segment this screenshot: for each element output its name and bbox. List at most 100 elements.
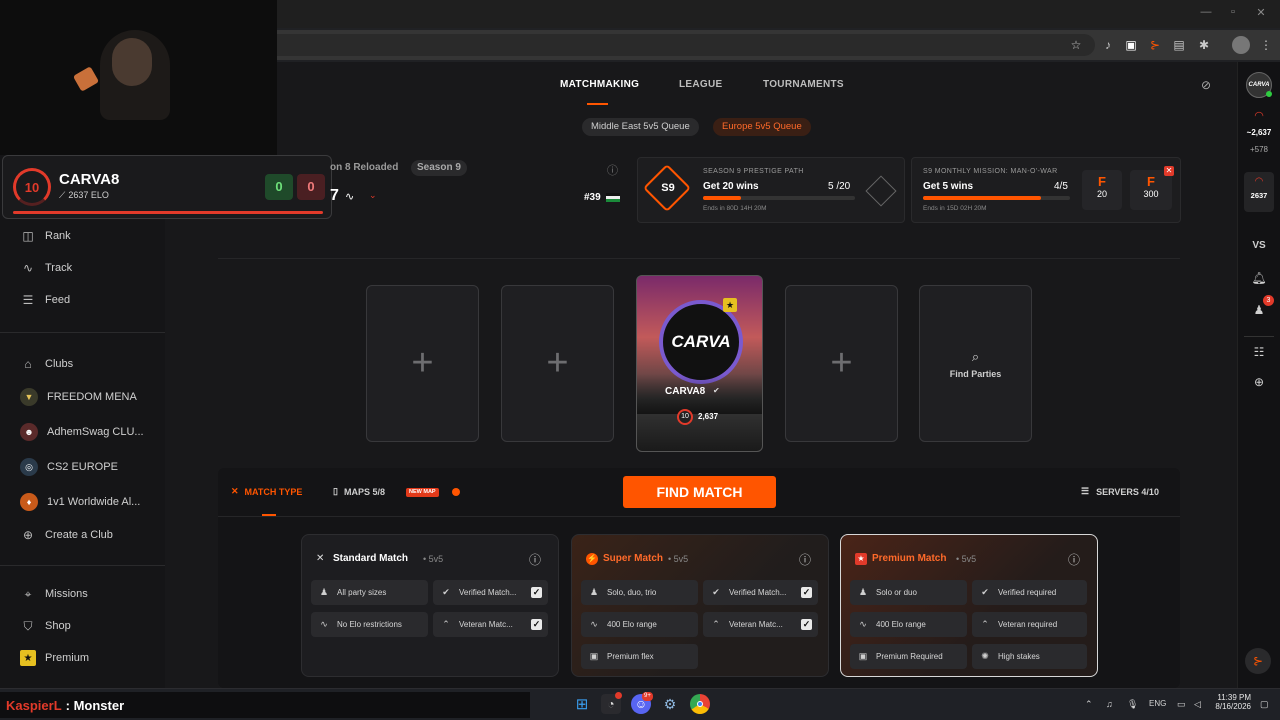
info-icon[interactable]: ⓘ [529,551,541,568]
tab-league[interactable]: LEAGUE [679,79,722,90]
mute-notifications-icon[interactable]: ⊘ [1201,78,1211,92]
online-status-dot [1266,91,1272,97]
party-slot-empty[interactable]: + [785,285,898,442]
sidebar-item-premium[interactable]: ★ Premium [20,647,160,669]
browser-tabstrip: — ▫ ✕ [277,0,1280,28]
sidebar-club-freedom[interactable]: ▼ FREEDOM MENA [20,386,160,408]
party-slot-player[interactable]: CARVA ★ CARVA8 ✔ 10 2,637 [636,275,763,452]
match-type-tab[interactable]: ✕ MATCH TYPE [231,486,302,497]
checkbox-checked[interactable]: ✓ [531,619,542,630]
clock[interactable]: 11:39 PM 8/16/2026 [1213,693,1251,711]
info-icon[interactable]: ⓘ [607,162,618,178]
reward-points-1: F 20 [1082,170,1122,210]
elo-icon: ∿ [859,619,867,629]
feed-icon: ☰ [22,293,34,307]
tab-tournaments[interactable]: TOURNAMENTS [763,79,844,90]
restore-icon[interactable]: ▫ [1224,6,1242,22]
microphone-icon[interactable]: 🎙︎ [1127,699,1138,710]
puzzle-icon[interactable]: ✱ [1195,36,1213,54]
rightbar-elo: ~2,637 [1246,128,1272,137]
rank-icon: ◫ [22,229,34,243]
headset-icon[interactable]: ♫ [1106,699,1113,709]
servers-tab[interactable]: ☰ SERVERS 4/10 [1081,486,1159,497]
season-pill[interactable]: Season 9 [411,160,467,176]
info-icon[interactable]: ⓘ [799,551,811,568]
party-slot-empty[interactable]: + [501,285,614,442]
language-indicator[interactable]: ENG [1149,699,1166,708]
notification-center-icon[interactable]: ▢ [1260,699,1269,710]
bookmark-star-icon[interactable]: ☆ [1067,36,1085,54]
now-playing: KaspierL: Monster [6,698,125,713]
settings-gear-icon[interactable]: ⚙ [660,694,680,714]
profile-avatar[interactable] [1232,36,1250,54]
monthly-progress-text: 4/5 [1054,181,1068,192]
sidebar-club-1v1[interactable]: ♦ 1v1 Worldwide Al... [20,491,160,513]
extension-icon[interactable]: ▣ [1122,36,1140,54]
tray-expand-icon[interactable]: ⌃ [1085,699,1093,710]
missions-icon: ⌖ [24,586,32,601]
sidebar-item-shop[interactable]: ⛉ Shop [20,615,160,637]
mode-card-premium[interactable]: ★ Premium Match • 5v5 ⓘ ♟ Solo or duo ✔ Ve… [840,534,1098,677]
party-list-icon[interactable]: ☷ [1249,342,1269,362]
party-player-elo: 2,637 [698,412,719,421]
standard-mode-icon: ✕ [316,553,325,564]
party-slot-empty[interactable]: + [366,285,479,442]
club-logo-icon: ▼ [20,388,38,406]
party-icon: ♟ [589,587,599,597]
info-icon[interactable]: ⓘ [1068,551,1080,568]
menu-icon[interactable]: ⋮ [1257,36,1275,54]
prestige-path-card[interactable]: S9 SEASON 9 PRESTIGE PATH Get 20 wins 5 … [637,157,905,223]
sidebar-item-track[interactable]: ∿ Track [20,257,160,279]
maps-tab[interactable]: ▯ MAPS 5/8 [333,486,385,497]
elo-icon: ∿ [320,619,328,629]
sidebar-club-cs2europe[interactable]: ◎ CS2 EUROPE [20,456,160,478]
close-icon[interactable]: ✕ [1252,6,1270,22]
party-player-name: CARVA8 [665,386,706,397]
checkbox-checked[interactable]: ✓ [801,619,812,630]
find-parties-slot[interactable]: ⌕ Find Parties [919,285,1032,442]
prestige-heading: SEASON 9 PRESTIGE PATH [703,168,804,175]
find-parties-label: Find Parties [949,368,1002,379]
sidebar-create-club[interactable]: ⊕ Create a Club [20,524,160,546]
plus-icon: + [830,342,853,384]
media-icon[interactable]: ▤ [1170,36,1188,54]
notifications-bell-icon[interactable]: 🔔︎ [1249,268,1269,288]
checkbox-checked[interactable]: ✓ [801,587,812,598]
chevron-down-icon[interactable]: ⌄ [369,190,377,201]
checkbox-checked[interactable]: ✓ [531,587,542,598]
trend-icon: ∿ [345,191,355,203]
queue-middle-east[interactable]: Middle East 5v5 Queue [582,118,699,136]
map-icon: ▯ [333,486,338,496]
sidebar-club-adhemswag[interactable]: ☻ AdhemSwag CLU... [20,421,160,443]
sidebar-item-missions[interactable]: ⌖ Missions [20,583,160,605]
mode-card-standard[interactable]: ✕ Standard Match • 5v5 ⓘ ♟ All party size… [301,534,559,677]
find-match-button[interactable]: FIND MATCH [623,476,776,508]
season-name: on 8 Reloaded [330,162,399,173]
mode-card-super[interactable]: ⚡ Super Match • 5v5 ⓘ ♟ Solo, duo, trio ✔… [571,534,829,677]
overlay-player-name: CARVA8 [59,171,120,188]
bonus-badge-icon: ✕ [1164,166,1174,176]
network-icon[interactable]: ▭ [1177,699,1186,710]
sidebar-item-rank[interactable]: ◫ Rank [20,225,160,247]
volume-tray-icon[interactable]: ◁ [1194,699,1201,710]
windows-start-icon[interactable]: ⊞ [572,694,592,714]
faceit-logo-icon[interactable]: ⊱ [1245,648,1271,674]
sidebar-item-feed[interactable]: ☰ Feed [20,289,160,311]
monthly-mission-card[interactable]: S9 MONTHLY MISSION: MAN-O'-WAR Get 5 win… [911,157,1181,223]
premium-badge-icon: ★ [723,298,737,312]
monthly-progress-track [923,196,1070,200]
mode-title: Premium Match [872,553,947,564]
add-circle-icon[interactable]: ⊕ [1249,372,1269,392]
faceit-extension-icon[interactable]: ⊱ [1146,36,1164,54]
level-gauge-icon: ◠ [1254,176,1264,187]
tab-matchmaking[interactable]: MATCHMAKING [560,79,639,90]
address-bar[interactable] [277,34,1095,56]
sidebar-item-clubs[interactable]: ⌂ Clubs [20,353,160,375]
minimize-icon[interactable]: — [1197,6,1215,22]
elo-icon: ∿ [590,619,598,629]
versus-button[interactable]: VS [1249,236,1269,256]
volume-icon[interactable]: ♪ [1099,36,1117,54]
verified-icon: ✔ [442,587,450,597]
rightbar-elo-card[interactable]: ◠ 2637 [1244,172,1274,212]
queue-europe[interactable]: Europe 5v5 Queue [713,118,811,136]
